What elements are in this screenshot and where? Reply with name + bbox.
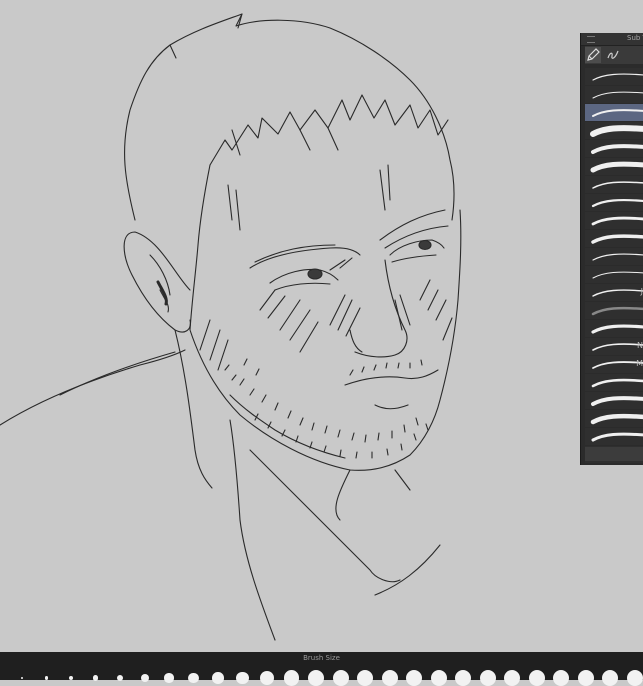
brush-size-option[interactable]	[308, 670, 324, 686]
brush-size-option[interactable]	[455, 670, 471, 686]
brush-item[interactable]: M	[585, 356, 643, 373]
brush-item[interactable]	[585, 158, 643, 175]
brush-size-option[interactable]	[44, 676, 49, 680]
brush-stroke-preview	[592, 91, 643, 99]
brush-stroke-preview	[591, 234, 643, 244]
brush-size-option[interactable]	[553, 670, 569, 686]
brush-stroke-preview	[591, 216, 643, 226]
brush-item[interactable]: N	[585, 338, 643, 355]
brush-item[interactable]	[585, 122, 643, 139]
brush-stroke-preview	[591, 306, 643, 316]
brush-item[interactable]	[585, 410, 643, 427]
brush-item[interactable]	[585, 140, 643, 157]
brush-item[interactable]: J	[585, 284, 643, 301]
tab-pen[interactable]	[585, 47, 601, 63]
brush-stroke-preview	[592, 361, 643, 369]
brush-stroke-preview	[590, 161, 643, 173]
brush-stroke-preview	[592, 343, 643, 351]
panel-header[interactable]: Sub Tool	[581, 33, 643, 46]
brush-size-option[interactable]	[504, 670, 520, 686]
brush-item[interactable]	[585, 68, 643, 85]
brush-stroke-preview	[591, 432, 643, 442]
brush-size-option[interactable]	[479, 670, 496, 686]
brush-size-option[interactable]	[140, 674, 149, 682]
brush-size-bar: Brush Size	[0, 652, 643, 686]
brush-stroke-preview	[591, 396, 643, 406]
brush-item[interactable]	[585, 194, 643, 211]
brush-stroke-preview	[592, 181, 643, 189]
brush-item[interactable]	[585, 248, 643, 265]
pen-icon	[587, 48, 600, 61]
brush-size-option[interactable]	[430, 670, 447, 686]
brush-size-option[interactable]	[116, 674, 124, 682]
drawing-canvas[interactable]	[0, 0, 643, 652]
brush-size-option[interactable]	[21, 677, 23, 679]
brush-label: N	[637, 341, 643, 350]
brush-size-option[interactable]	[357, 670, 373, 686]
sketch-artwork	[0, 13, 462, 641]
brush-item[interactable]	[585, 392, 643, 409]
brush-stroke-preview	[592, 109, 643, 117]
brush-item[interactable]	[585, 230, 643, 247]
brush-stroke-preview	[591, 378, 643, 388]
brush-size-option[interactable]	[260, 671, 274, 685]
brush-size-option[interactable]	[332, 670, 349, 686]
brush-size-option[interactable]	[406, 670, 422, 686]
brush-size-options	[0, 666, 643, 686]
brush-stroke-preview	[591, 324, 643, 334]
pencil-squiggle-icon	[607, 50, 619, 59]
brush-stroke-preview	[592, 73, 643, 81]
brush-label: M	[636, 359, 643, 368]
brush-stroke-preview	[591, 144, 643, 154]
brush-item[interactable]	[585, 302, 643, 319]
brush-item[interactable]	[585, 374, 643, 391]
brush-item[interactable]	[585, 320, 643, 337]
brush-item[interactable]	[585, 86, 643, 103]
brush-size-option[interactable]	[164, 673, 174, 683]
brush-item[interactable]	[585, 176, 643, 193]
brush-size-option[interactable]	[577, 670, 594, 686]
brush-item[interactable]	[585, 212, 643, 229]
brush-item[interactable]	[585, 104, 643, 121]
grip-icon[interactable]	[587, 36, 595, 43]
brush-size-title: Brush Size	[303, 654, 340, 662]
brush-stroke-preview	[592, 253, 643, 261]
brush-stroke-preview	[592, 289, 643, 297]
brush-size-option[interactable]	[528, 670, 545, 686]
brush-item[interactable]	[585, 266, 643, 283]
brush-stroke-preview	[592, 271, 643, 279]
brush-size-option[interactable]	[602, 670, 618, 686]
tool-tabs	[585, 46, 643, 64]
brush-list: J NM	[585, 68, 643, 464]
brush-stroke-preview	[591, 198, 643, 208]
brush-size-option[interactable]	[236, 671, 249, 685]
tab-pencil[interactable]	[605, 47, 621, 63]
brush-size-option[interactable]	[188, 672, 199, 684]
sub-tool-panel: Sub Tool J NM	[580, 33, 643, 465]
brush-size-option[interactable]	[283, 670, 300, 686]
brush-size-option[interactable]	[381, 670, 398, 686]
panel-title: Sub Tool	[627, 34, 643, 42]
brush-stroke-preview	[590, 125, 643, 137]
brush-size-option[interactable]	[212, 672, 224, 684]
panel-footer	[585, 447, 643, 461]
brush-size-option[interactable]	[626, 670, 643, 686]
brush-item[interactable]	[585, 428, 643, 445]
brush-stroke-preview	[590, 413, 643, 425]
